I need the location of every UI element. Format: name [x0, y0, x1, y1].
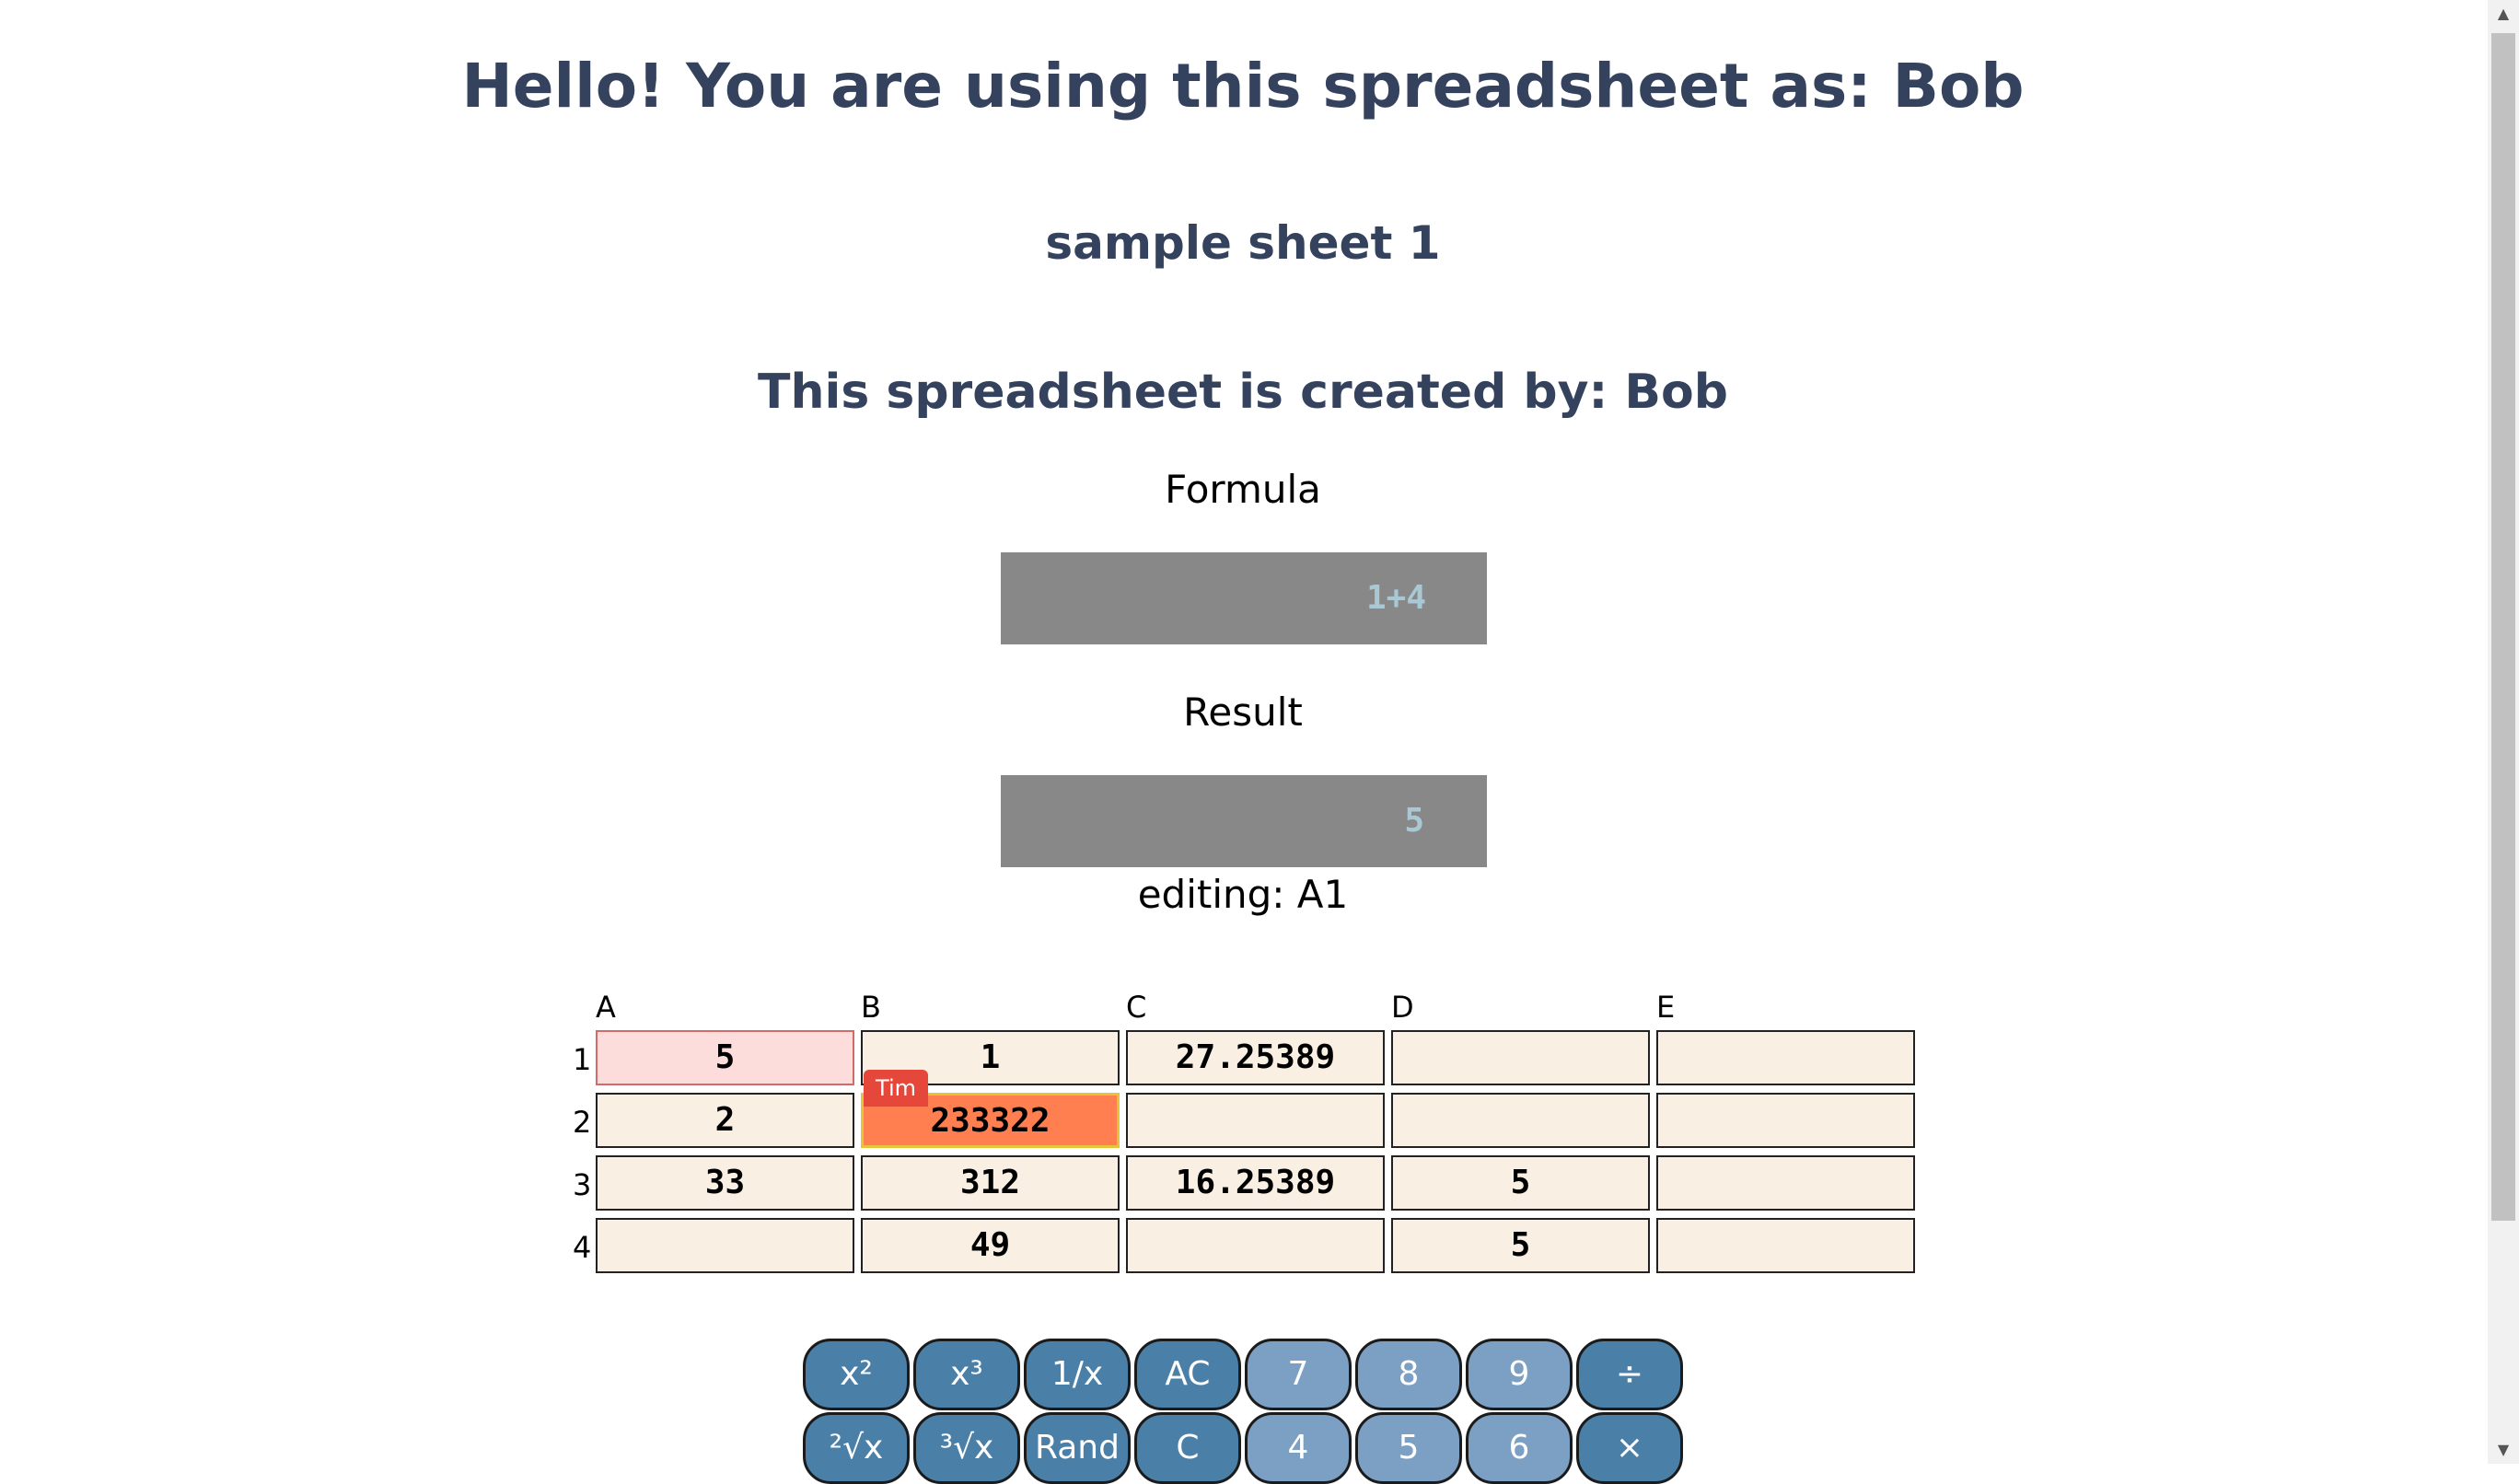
cell-d3[interactable]: 5	[1391, 1155, 1650, 1211]
square-button[interactable]: x²	[803, 1339, 910, 1410]
digit-5-button[interactable]: 5	[1355, 1412, 1462, 1484]
cell-a2[interactable]: 2	[596, 1093, 854, 1148]
scrollbar-thumb[interactable]	[2491, 33, 2515, 1221]
cell-c4[interactable]	[1126, 1218, 1385, 1273]
random-button[interactable]: Rand	[1024, 1412, 1131, 1484]
peer-cursor-tag: Tim	[864, 1070, 928, 1107]
digit-8-button[interactable]: 8	[1355, 1339, 1462, 1410]
cell-d1[interactable]	[1391, 1030, 1650, 1085]
cell-b4[interactable]: 49	[861, 1218, 1120, 1273]
square-root-button[interactable]: ²√x	[803, 1412, 910, 1484]
clear-button[interactable]: C	[1134, 1412, 1241, 1484]
digit-4-button[interactable]: 4	[1245, 1412, 1352, 1484]
scroll-up-arrow-icon[interactable]: ▲	[2488, 0, 2519, 28]
digit-9-button[interactable]: 9	[1466, 1339, 1573, 1410]
vertical-scrollbar[interactable]: ▲ ▼	[2488, 0, 2519, 1464]
formula-display[interactable]: 1+4	[1001, 552, 1487, 644]
cube-root-button[interactable]: ³√x	[913, 1412, 1020, 1484]
cell-c1[interactable]: 27.25389	[1126, 1030, 1385, 1085]
cell-c2[interactable]	[1126, 1093, 1385, 1148]
column-header-c: C	[1126, 990, 1147, 1025]
row-header-1: 1	[573, 1042, 592, 1077]
digit-7-button[interactable]: 7	[1245, 1339, 1352, 1410]
multiply-button[interactable]: ×	[1576, 1412, 1683, 1484]
cell-e2[interactable]	[1656, 1093, 1915, 1148]
row-header-2: 2	[573, 1105, 592, 1140]
result-display: 5	[1001, 775, 1487, 867]
cell-e3[interactable]	[1656, 1155, 1915, 1211]
row-header-3: 3	[573, 1167, 592, 1202]
creator-line: This spreadsheet is created by: Bob	[758, 365, 1728, 420]
editing-indicator: editing: A1	[1137, 872, 1349, 917]
scroll-down-arrow-icon[interactable]: ▼	[2488, 1436, 2519, 1464]
column-header-e: E	[1656, 990, 1676, 1025]
cell-e4[interactable]	[1656, 1218, 1915, 1273]
cell-a1[interactable]: 5	[596, 1030, 854, 1085]
column-header-d: D	[1391, 990, 1414, 1025]
row-header-4: 4	[573, 1230, 592, 1265]
result-label: Result	[1183, 690, 1303, 735]
column-header-a: A	[596, 990, 616, 1025]
divide-button[interactable]: ÷	[1576, 1339, 1683, 1410]
cell-d2[interactable]	[1391, 1093, 1650, 1148]
cell-a4[interactable]	[596, 1218, 854, 1273]
sheet-name: sample sheet 1	[1045, 216, 1441, 270]
cell-d4[interactable]: 5	[1391, 1218, 1650, 1273]
all-clear-button[interactable]: AC	[1134, 1339, 1241, 1410]
column-header-b: B	[861, 990, 881, 1025]
cell-e1[interactable]	[1656, 1030, 1915, 1085]
cube-button[interactable]: x³	[913, 1339, 1020, 1410]
reciprocal-button[interactable]: 1/x	[1024, 1339, 1131, 1410]
cell-b3[interactable]: 312	[861, 1155, 1120, 1211]
digit-6-button[interactable]: 6	[1466, 1412, 1573, 1484]
cell-c3[interactable]: 16.25389	[1126, 1155, 1385, 1211]
formula-label: Formula	[1165, 467, 1321, 512]
page-title: Hello! You are using this spreadsheet as…	[461, 51, 2025, 122]
cell-a3[interactable]: 33	[596, 1155, 854, 1211]
